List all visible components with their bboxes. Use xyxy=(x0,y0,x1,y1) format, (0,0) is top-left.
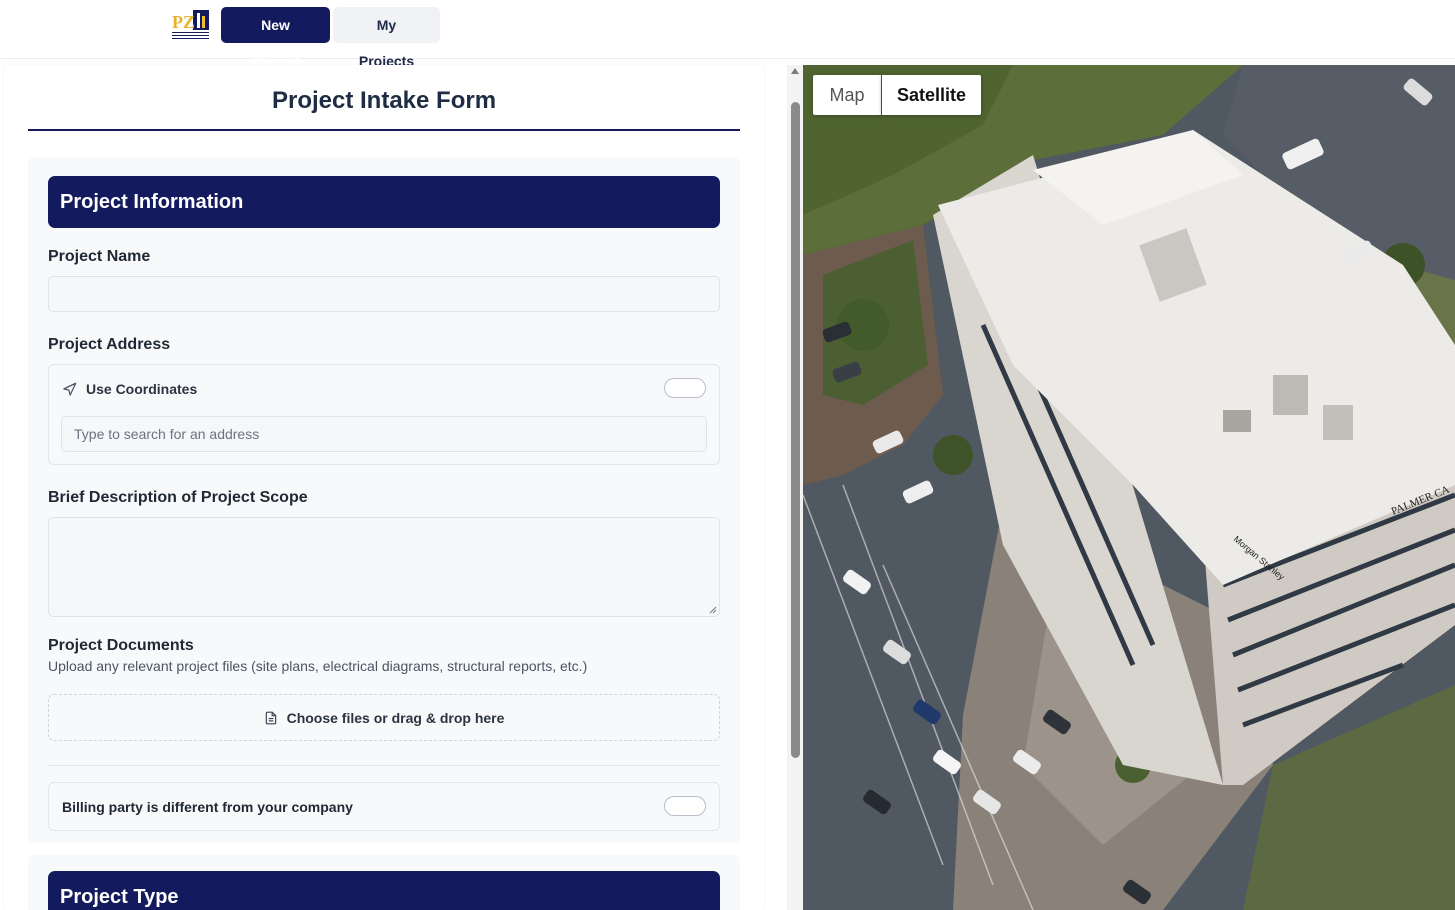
svg-text:PZ: PZ xyxy=(172,12,195,32)
satellite-view-tab[interactable]: Satellite xyxy=(882,75,981,115)
project-address-label: Project Address xyxy=(48,336,171,353)
scrollbar-thumb[interactable] xyxy=(791,102,800,758)
project-information-card: Project Information Project Name Project… xyxy=(28,157,740,843)
file-dropzone[interactable]: Choose files or drag & drop here xyxy=(48,694,720,741)
satellite-imagery: PALMER CA Morgan Stanley xyxy=(803,65,1455,910)
title-divider xyxy=(28,129,740,131)
project-name-label: Project Name xyxy=(48,248,151,265)
address-search-input[interactable]: Type to search for an address xyxy=(61,416,707,452)
dropzone-label: Choose files or drag & drop here xyxy=(286,709,505,726)
satellite-map[interactable]: PALMER CA Morgan Stanley Map Satellite xyxy=(803,65,1455,910)
scope-textarea[interactable] xyxy=(48,517,720,617)
project-name-input[interactable] xyxy=(48,276,720,312)
documents-label: Project Documents xyxy=(48,637,194,654)
use-coordinates-label: Use Coordinates xyxy=(86,381,198,397)
top-nav: PZ New Project My Projects xyxy=(0,0,1455,69)
project-type-card: Project Type xyxy=(28,855,740,910)
resize-handle-icon[interactable] xyxy=(709,606,717,614)
new-project-button[interactable]: New Project xyxy=(221,7,330,69)
scroll-up-arrow-icon[interactable] xyxy=(791,68,799,74)
billing-party-toggle[interactable] xyxy=(664,796,706,816)
scope-label: Brief Description of Project Scope xyxy=(48,489,308,506)
company-logo[interactable]: PZ xyxy=(171,10,211,41)
my-projects-button[interactable]: My Projects xyxy=(333,7,440,69)
section-header-project-information: Project Information xyxy=(48,176,720,228)
intake-form-panel: Project Intake Form Project Information … xyxy=(4,65,764,910)
billing-party-label: Billing party is different from your com… xyxy=(62,799,353,815)
section-header-project-type: Project Type xyxy=(48,871,720,910)
use-coordinates-toggle[interactable] xyxy=(664,378,706,398)
use-coordinates-row: Use Coordinates xyxy=(62,379,197,399)
navigation-arrow-icon xyxy=(63,382,77,396)
map-view-tab[interactable]: Map xyxy=(813,75,881,115)
file-icon xyxy=(265,711,276,724)
project-address-box: Use Coordinates Type to search for an ad… xyxy=(48,364,720,465)
documents-help-text: Upload any relevant project files (site … xyxy=(48,658,588,674)
billing-party-row: Billing party is different from your com… xyxy=(48,782,720,831)
section-divider xyxy=(48,765,720,766)
form-title: Project Intake Form xyxy=(271,87,497,114)
